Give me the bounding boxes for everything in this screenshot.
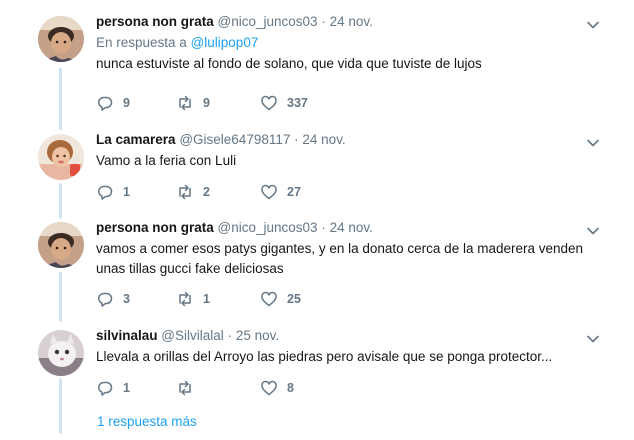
show-more-replies-link[interactable]: 1 respuesta más bbox=[97, 414, 197, 429]
tweet[interactable]: La camarera @Gisele64798117 · 24 nov. Va… bbox=[0, 118, 634, 214]
chevron-down-icon[interactable] bbox=[586, 332, 600, 346]
reply-icon bbox=[98, 292, 113, 307]
like-button[interactable]: 27 bbox=[260, 183, 350, 201]
display-name[interactable]: silvinalau bbox=[96, 328, 158, 343]
retweet-count: 9 bbox=[203, 96, 210, 110]
heart-icon bbox=[261, 95, 277, 111]
reply-count: 9 bbox=[123, 96, 130, 110]
user-handle[interactable]: @nico_juncos03 bbox=[218, 220, 318, 235]
retweet-button[interactable]: 2 bbox=[176, 183, 260, 201]
retweet-icon bbox=[179, 95, 191, 111]
avatar-photo bbox=[38, 222, 84, 268]
display-name[interactable]: La camarera bbox=[96, 132, 176, 147]
reply-count: 1 bbox=[123, 185, 130, 199]
like-count: 27 bbox=[287, 185, 301, 199]
user-handle[interactable]: @Gisele64798117 bbox=[179, 132, 290, 147]
separator-dot: · bbox=[321, 14, 326, 29]
tweet-text: vamos a comer esos patys gigantes, y en … bbox=[96, 241, 584, 276]
tweet[interactable]: persona non grata @nico_juncos03 · 24 no… bbox=[0, 0, 634, 118]
retweet-count: 1 bbox=[203, 292, 210, 306]
reply-icon bbox=[98, 185, 113, 200]
user-handle[interactable]: @Silvilalal bbox=[161, 328, 223, 343]
tweet-actions: 1 8 bbox=[96, 378, 350, 398]
separator-dot: · bbox=[294, 132, 299, 147]
reply-prefix: En respuesta a bbox=[96, 35, 187, 50]
like-count: 337 bbox=[287, 96, 308, 110]
tweet[interactable]: silvinalau @Silvilalal · 25 nov. Llevala… bbox=[0, 318, 634, 410]
avatar-photo bbox=[38, 16, 84, 62]
reply-context: En respuesta a @lulipop07 bbox=[96, 34, 604, 52]
tweet-actions: 9 9 337 bbox=[96, 93, 350, 113]
avatar-photo bbox=[38, 134, 84, 180]
heart-icon bbox=[261, 184, 277, 200]
retweet-count: 2 bbox=[203, 185, 210, 199]
reply-icon bbox=[98, 381, 113, 396]
avatar[interactable] bbox=[38, 330, 84, 376]
like-button[interactable]: 25 bbox=[260, 290, 350, 308]
avatar[interactable] bbox=[38, 134, 84, 180]
like-count: 25 bbox=[287, 292, 301, 306]
chevron-down-icon[interactable] bbox=[586, 136, 600, 150]
avatar[interactable] bbox=[38, 16, 84, 62]
chevron-down-icon[interactable] bbox=[586, 224, 600, 238]
user-handle[interactable]: @nico_juncos03 bbox=[218, 14, 318, 29]
heart-icon bbox=[261, 291, 277, 307]
reply-icon bbox=[98, 96, 113, 111]
separator-dot: · bbox=[227, 328, 233, 343]
avatar[interactable] bbox=[38, 222, 84, 268]
reply-button[interactable]: 1 bbox=[96, 183, 176, 201]
retweet-icon bbox=[179, 291, 191, 307]
tweet-header: La camarera @Gisele64798117 · 24 nov. bbox=[96, 131, 604, 149]
chevron-down-icon[interactable] bbox=[586, 18, 600, 32]
reply-mention-link[interactable]: @lulipop07 bbox=[191, 35, 259, 50]
reply-count: 3 bbox=[123, 292, 130, 306]
reply-button[interactable]: 1 bbox=[96, 379, 176, 397]
tweet-timestamp[interactable]: 24 nov. bbox=[330, 220, 373, 235]
heart-icon bbox=[261, 380, 277, 396]
separator-dot: · bbox=[321, 220, 326, 235]
tweet-actions: 1 2 27 bbox=[96, 182, 350, 202]
tweet-header: persona non grata @nico_juncos03 · 24 no… bbox=[96, 13, 604, 31]
tweet-timestamp[interactable]: 24 nov. bbox=[302, 132, 345, 147]
retweet-icon bbox=[179, 380, 191, 396]
display-name[interactable]: persona non grata bbox=[96, 14, 214, 29]
like-count: 8 bbox=[287, 381, 294, 395]
tweet-actions: 3 1 25 bbox=[96, 289, 350, 309]
display-name[interactable]: persona non grata bbox=[96, 220, 214, 235]
tweet-header: persona non grata @nico_juncos03 · 24 no… bbox=[96, 219, 604, 237]
tweet-header: silvinalau @Silvilalal · 25 nov. bbox=[96, 327, 604, 345]
retweet-button[interactable]: 9 bbox=[176, 94, 260, 112]
reply-button[interactable]: 3 bbox=[96, 290, 176, 308]
retweet-button[interactable]: 1 bbox=[176, 290, 260, 308]
tweet-text: nunca estuviste al fondo de solano, que … bbox=[96, 56, 482, 71]
tweet-timestamp[interactable]: 24 nov. bbox=[330, 14, 373, 29]
retweet-button[interactable] bbox=[176, 379, 260, 397]
reply-button[interactable]: 9 bbox=[96, 94, 176, 112]
retweet-icon bbox=[179, 184, 191, 200]
tweet[interactable]: persona non grata @nico_juncos03 · 24 no… bbox=[0, 214, 634, 318]
tweet-text: Vamo a la feria con Luli bbox=[96, 153, 237, 168]
reply-count: 1 bbox=[123, 381, 130, 395]
like-button[interactable]: 337 bbox=[260, 94, 350, 112]
avatar-photo bbox=[38, 330, 84, 376]
like-button[interactable]: 8 bbox=[260, 379, 350, 397]
tweet-timestamp[interactable]: 25 nov. bbox=[236, 328, 279, 343]
tweet-text: Llevala a orillas del Arroyo las piedras… bbox=[96, 349, 553, 364]
